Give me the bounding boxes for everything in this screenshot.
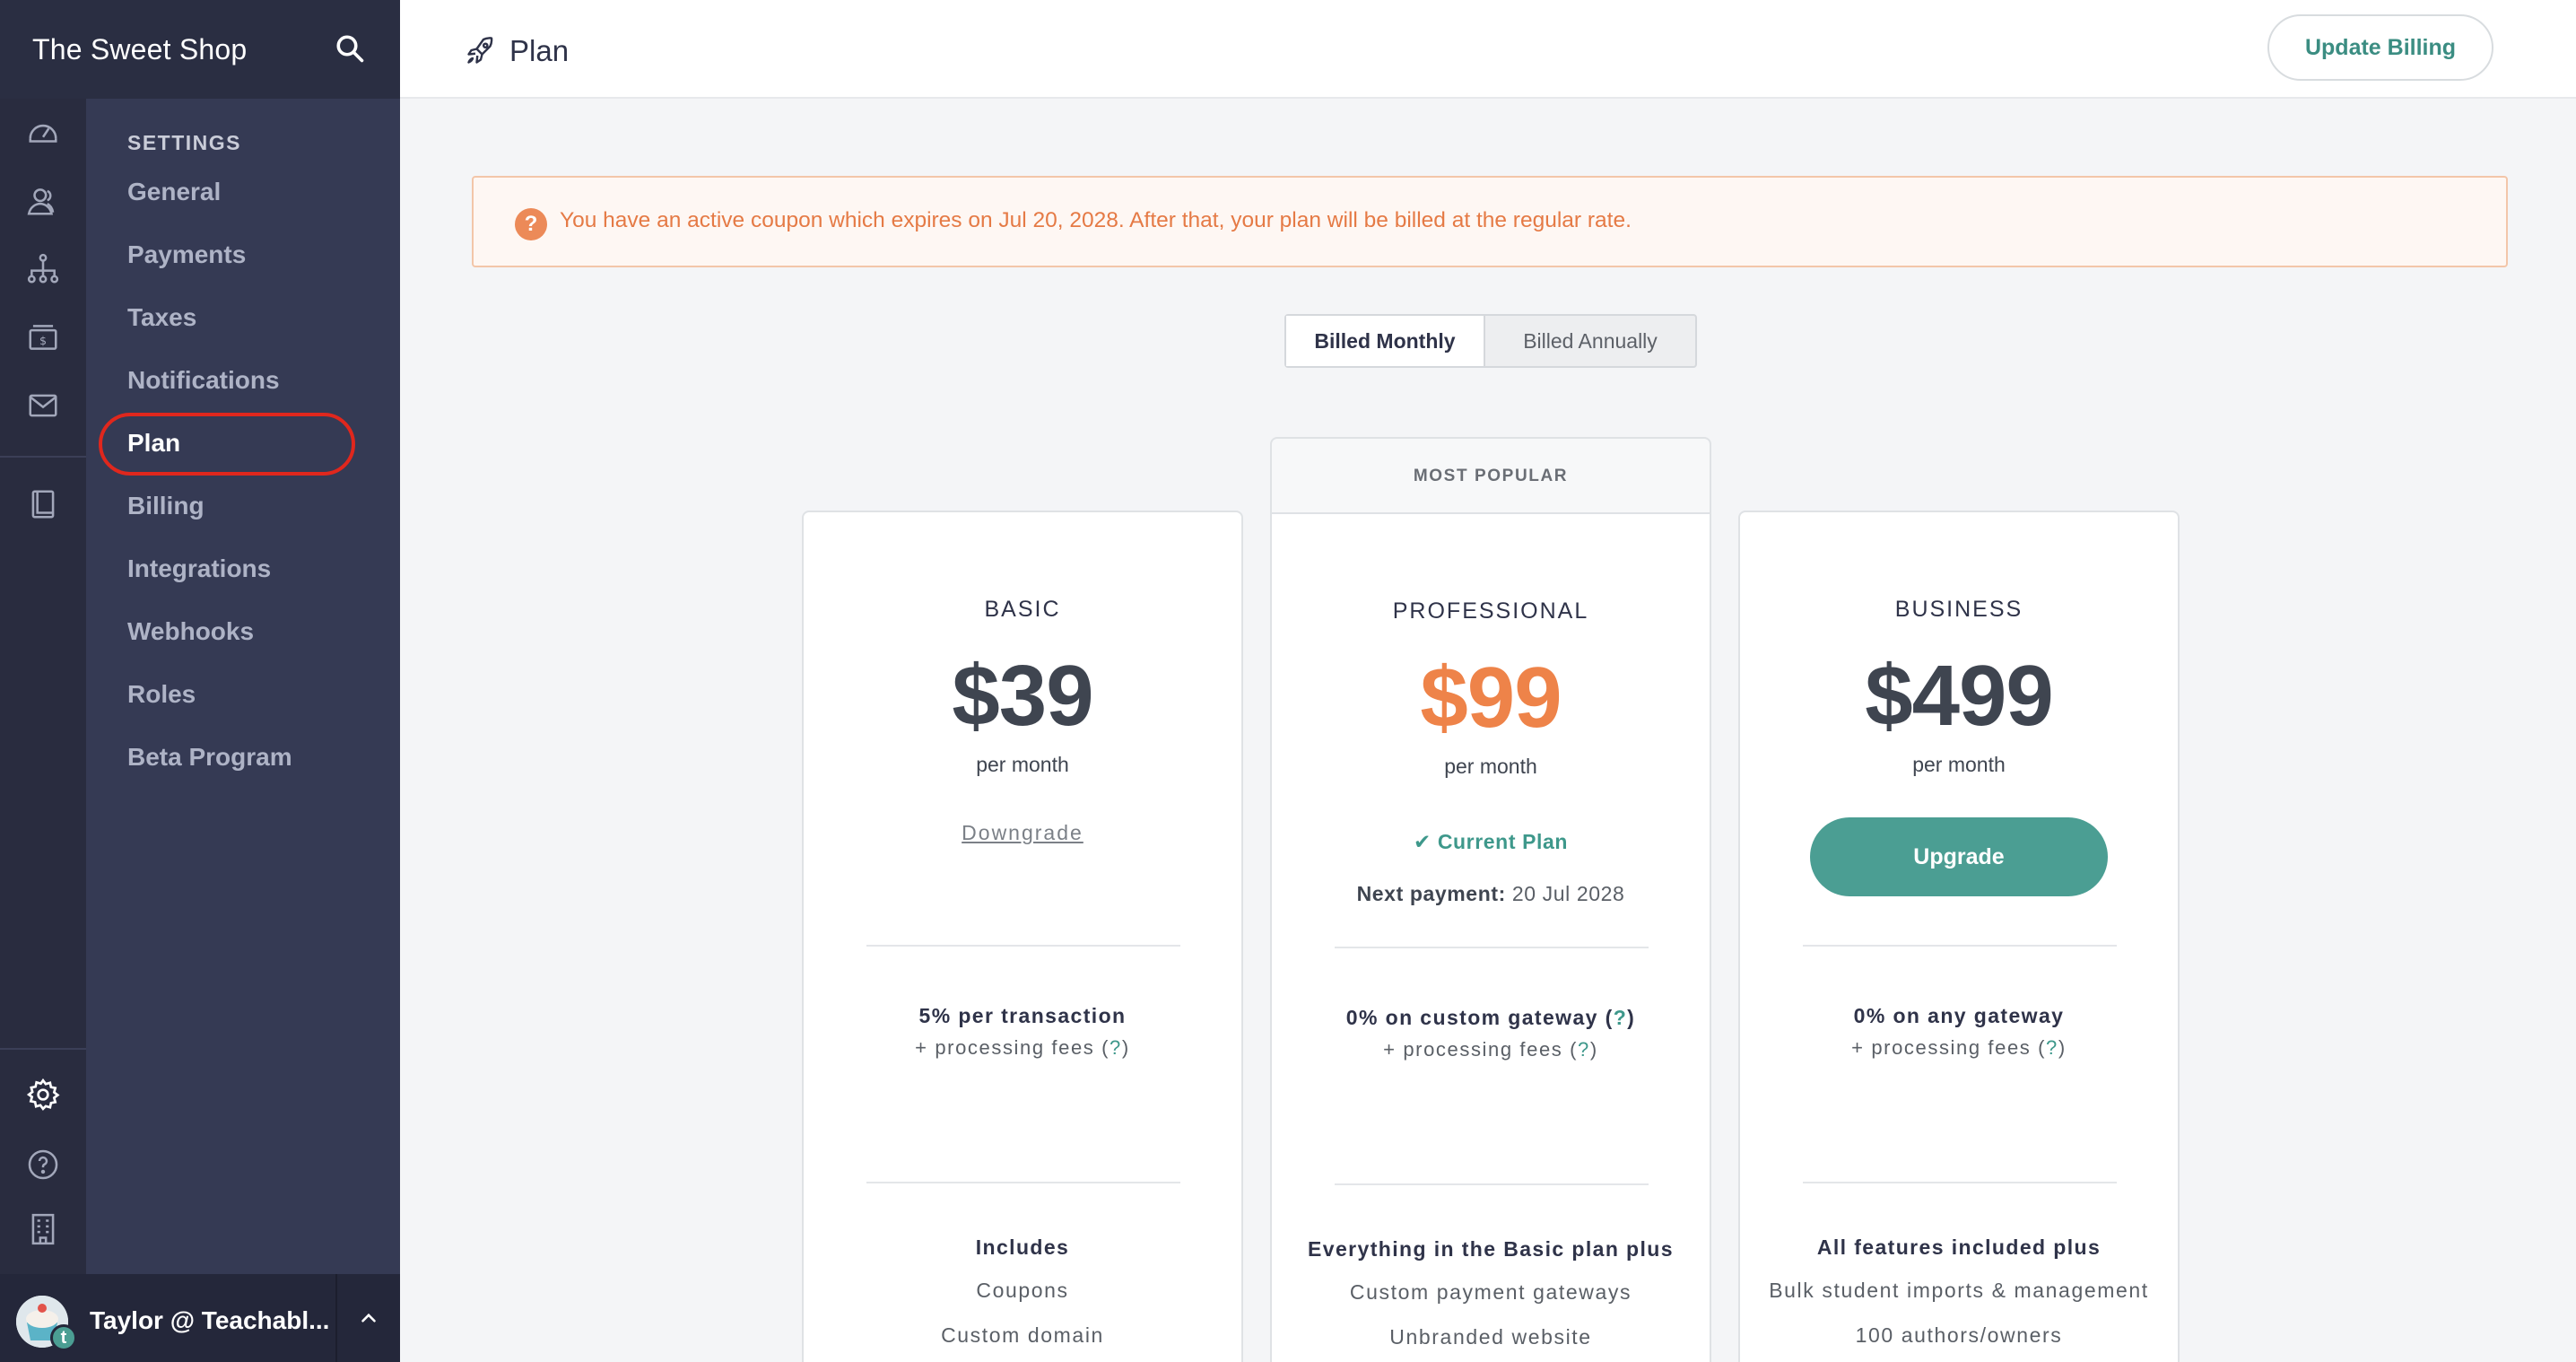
includes-title: All features included plus bbox=[1816, 1235, 2102, 1259]
plan-card-professional: PROFESSIONAL $99 per month ✔ Current Pla… bbox=[1270, 512, 1711, 1362]
plan-name: BASIC bbox=[984, 597, 1061, 622]
card-divider bbox=[1335, 947, 1649, 948]
card-divider bbox=[866, 1182, 1180, 1183]
rail-divider bbox=[0, 1048, 86, 1050]
settings-item-integrations[interactable]: Integrations bbox=[127, 554, 271, 583]
plan-price: $99 bbox=[1420, 650, 1562, 746]
check-icon: ✔ bbox=[1413, 830, 1438, 853]
next-payment: Next payment: 20 Jul 2028 bbox=[1356, 882, 1625, 905]
fee-help-link[interactable]: ? bbox=[2046, 1036, 2058, 1059]
fee-help-link[interactable]: ? bbox=[1110, 1036, 1122, 1059]
plan-price: $39 bbox=[952, 648, 1093, 744]
settings-heading: SETTINGS bbox=[127, 131, 242, 154]
current-plan-indicator: ✔ Current Plan bbox=[1413, 830, 1569, 853]
fee-line: 0% on custom gateway (?) bbox=[1345, 1006, 1636, 1029]
plan-name: PROFESSIONAL bbox=[1392, 598, 1589, 624]
card-divider bbox=[1803, 945, 2117, 947]
upgrade-button[interactable]: Upgrade bbox=[1810, 817, 2108, 896]
app-sidebar: The Sweet Shop $ SETTINGS General Paymen… bbox=[0, 0, 400, 1362]
fee-line: 0% on any gateway bbox=[1853, 1004, 2065, 1027]
update-billing-button[interactable]: Update Billing bbox=[2267, 14, 2493, 81]
plan-period: per month bbox=[1444, 755, 1537, 778]
brand-title[interactable]: The Sweet Shop bbox=[32, 33, 247, 66]
coupon-message: You have an active coupon which expires … bbox=[560, 208, 1632, 232]
book-icon[interactable] bbox=[25, 486, 61, 522]
settings-item-taxes[interactable]: Taxes bbox=[127, 303, 196, 332]
dashboard-icon[interactable] bbox=[25, 115, 61, 151]
plan-card-business: BUSINESS $499 per month Upgrade 0% on an… bbox=[1738, 511, 2180, 1362]
billed-annually-tab[interactable]: Billed Annually bbox=[1485, 316, 1695, 366]
settings-item-plan[interactable]: Plan bbox=[127, 429, 180, 458]
card-divider bbox=[866, 945, 1180, 947]
rocket-icon bbox=[465, 34, 497, 66]
chevron-up-icon[interactable] bbox=[357, 1306, 380, 1330]
coupon-alert: ? You have an active coupon which expire… bbox=[472, 176, 2508, 267]
question-circle-icon: ? bbox=[515, 208, 547, 240]
plan-name: BUSINESS bbox=[1894, 597, 2023, 622]
search-icon[interactable] bbox=[334, 32, 366, 65]
plan-card-basic: BASIC $39 per month Downgrade 5% per tra… bbox=[802, 511, 1243, 1362]
settings-item-beta-program[interactable]: Beta Program bbox=[127, 743, 292, 772]
includes-item: Custom payment gateways bbox=[1349, 1280, 1632, 1304]
fee-help-link[interactable]: ? bbox=[1578, 1038, 1590, 1061]
topbar: Plan Update Billing bbox=[400, 0, 2576, 99]
settings-item-roles[interactable]: Roles bbox=[127, 680, 196, 709]
fee-line: 5% per transaction bbox=[918, 1004, 1127, 1027]
building-icon[interactable] bbox=[25, 1211, 61, 1247]
fee-sub: + processing fees (?) bbox=[1383, 1038, 1598, 1061]
help-icon[interactable] bbox=[25, 1147, 61, 1183]
plan-price: $499 bbox=[1865, 648, 2054, 744]
includes-title: Includes bbox=[975, 1235, 1070, 1259]
includes-item: 100 authors/owners bbox=[1855, 1323, 2063, 1347]
user-divider bbox=[335, 1274, 337, 1362]
includes-item: Bulk student imports & management bbox=[1769, 1279, 2149, 1302]
user-badge: t bbox=[50, 1324, 77, 1351]
settings-item-payments[interactable]: Payments bbox=[127, 240, 246, 269]
includes-item: Coupons bbox=[976, 1279, 1069, 1302]
billing-toggle: Billed Monthly Billed Annually bbox=[1284, 314, 1697, 368]
card-divider bbox=[1803, 1182, 2117, 1183]
fee-sub: + processing fees (?) bbox=[915, 1036, 1130, 1059]
settings-item-general[interactable]: General bbox=[127, 178, 221, 206]
most-popular-label: MOST POPULAR bbox=[1270, 437, 1711, 514]
sitemap-icon[interactable] bbox=[25, 251, 61, 287]
card-divider bbox=[1335, 1183, 1649, 1185]
settings-panel: SETTINGS General Payments Taxes Notifica… bbox=[86, 99, 400, 1274]
users-icon[interactable] bbox=[25, 183, 61, 219]
icon-rail: $ bbox=[0, 99, 86, 1274]
brand-bar: The Sweet Shop bbox=[0, 0, 400, 99]
settings-item-webhooks[interactable]: Webhooks bbox=[127, 617, 254, 646]
includes-item: Custom domain bbox=[941, 1323, 1104, 1347]
user-bar[interactable]: t Taylor @ Teachabl... bbox=[0, 1274, 400, 1362]
fee-sub: + processing fees (?) bbox=[1851, 1036, 2067, 1059]
includes-item: Unbranded website bbox=[1389, 1325, 1592, 1349]
svg-text:$: $ bbox=[39, 334, 47, 347]
downgrade-link[interactable]: Downgrade bbox=[804, 821, 1241, 845]
settings-item-notifications[interactable]: Notifications bbox=[127, 366, 280, 395]
plan-period: per month bbox=[1912, 753, 2006, 776]
gear-icon[interactable] bbox=[25, 1077, 61, 1113]
page-title: Plan bbox=[509, 34, 570, 67]
settings-item-billing[interactable]: Billing bbox=[127, 492, 205, 520]
user-name[interactable]: Taylor @ Teachabl... bbox=[90, 1306, 329, 1335]
plan-period: per month bbox=[976, 753, 1069, 776]
fee-help-link[interactable]: ? bbox=[1614, 1006, 1627, 1029]
email-icon[interactable] bbox=[25, 388, 61, 423]
sales-icon[interactable]: $ bbox=[25, 319, 61, 355]
billed-monthly-tab[interactable]: Billed Monthly bbox=[1286, 316, 1485, 366]
rail-divider bbox=[0, 456, 86, 458]
includes-title: Everything in the Basic plan plus bbox=[1308, 1237, 1674, 1261]
